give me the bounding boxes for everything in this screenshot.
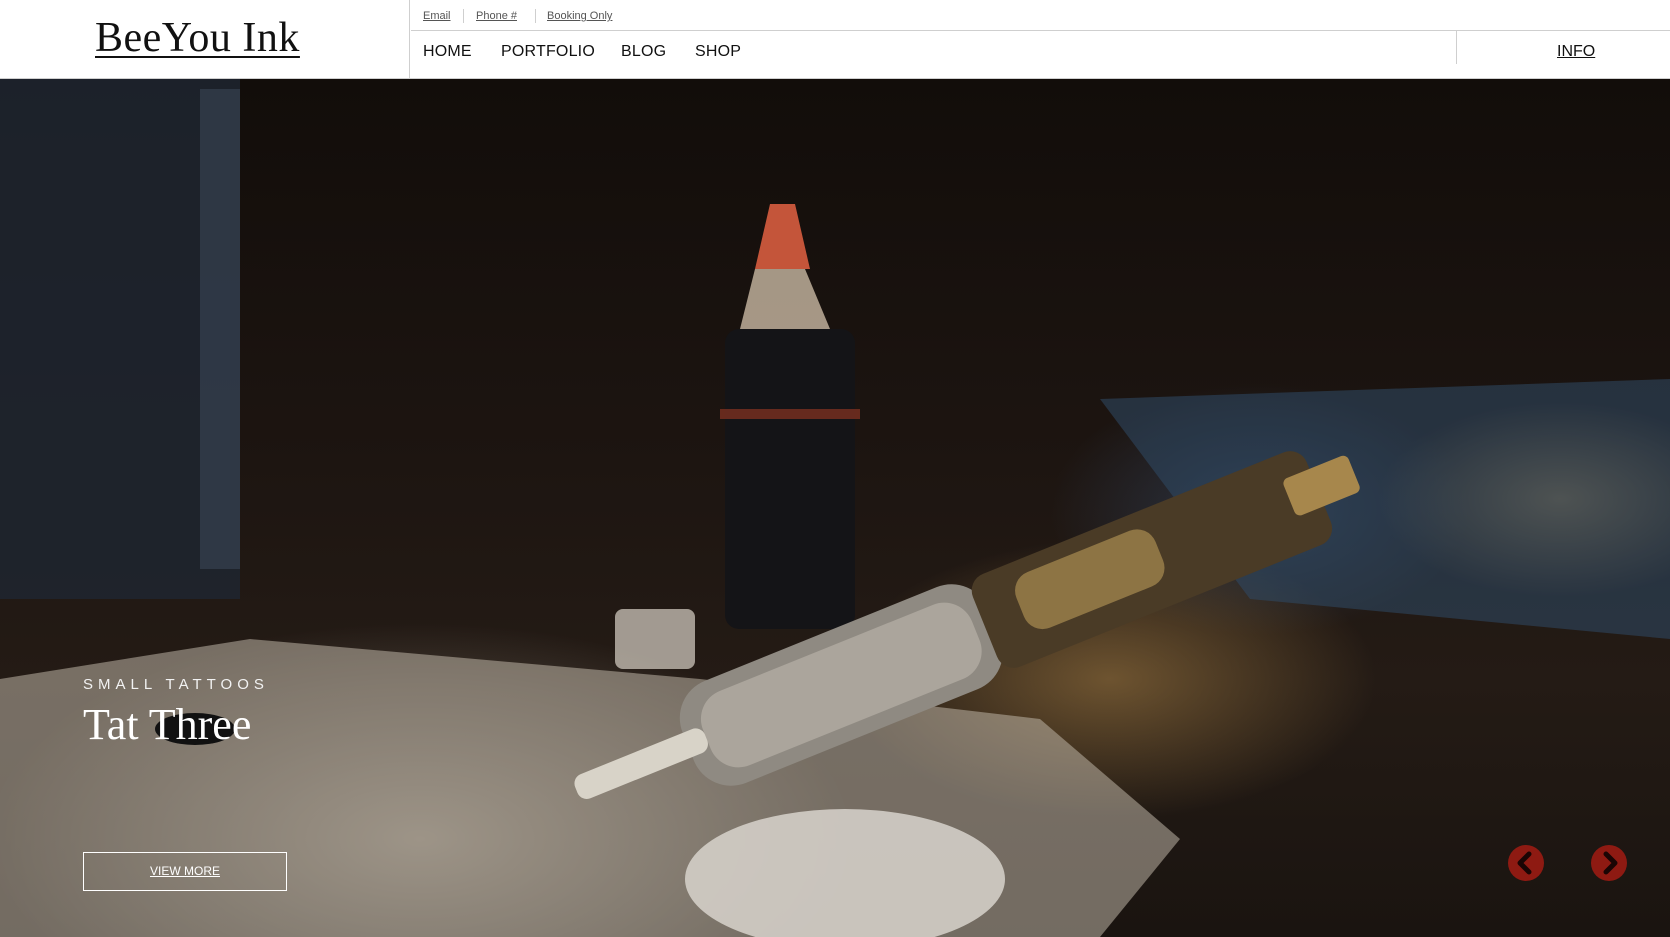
- next-slide-button[interactable]: [1591, 845, 1627, 881]
- nav-home[interactable]: HOME: [423, 43, 472, 61]
- hero-slider: SMALL TATTOOS Tat Three VIEW MORE: [0, 79, 1670, 937]
- nav-info[interactable]: INFO: [1557, 43, 1595, 61]
- chevron-left-icon: [1517, 851, 1532, 875]
- nav-blog[interactable]: BLOG: [621, 43, 666, 61]
- email-link[interactable]: Email: [423, 10, 451, 22]
- ink-bottle: [725, 329, 855, 629]
- chevron-right-icon: [1603, 851, 1618, 875]
- slide-title: Tat Three: [83, 700, 252, 749]
- bottle-nozzle: [740, 269, 830, 329]
- page: BeeYou Ink Email Phone # Booking Only HO…: [0, 0, 1670, 937]
- slide-caption: SMALL TATTOOS Tat Three: [83, 676, 269, 750]
- utility-divider: [535, 9, 536, 23]
- bottle-band: [720, 409, 860, 419]
- site-header: BeeYou Ink Email Phone # Booking Only HO…: [0, 0, 1670, 79]
- bottle-cap: [755, 204, 810, 269]
- logo-cell: BeeYou Ink: [0, 0, 410, 78]
- nav-divider: [1456, 31, 1457, 64]
- view-more-button[interactable]: VIEW MORE: [83, 852, 287, 891]
- slide-eyebrow: SMALL TATTOOS: [83, 676, 269, 693]
- main-nav: HOME PORTFOLIO BLOG SHOP INFO: [411, 31, 1670, 78]
- ink-cup: [615, 609, 695, 669]
- nav-shop[interactable]: SHOP: [695, 43, 741, 61]
- booking-link[interactable]: Booking Only: [547, 10, 612, 22]
- site-logo[interactable]: BeeYou Ink: [95, 14, 300, 62]
- jar-highlight: [200, 89, 240, 569]
- prev-slide-button[interactable]: [1508, 845, 1544, 881]
- hero-photo: [0, 79, 1670, 937]
- utility-links: Email Phone # Booking Only: [411, 0, 1670, 31]
- nav-portfolio[interactable]: PORTFOLIO: [501, 43, 595, 61]
- phone-link[interactable]: Phone #: [476, 10, 517, 22]
- utility-divider: [463, 9, 464, 23]
